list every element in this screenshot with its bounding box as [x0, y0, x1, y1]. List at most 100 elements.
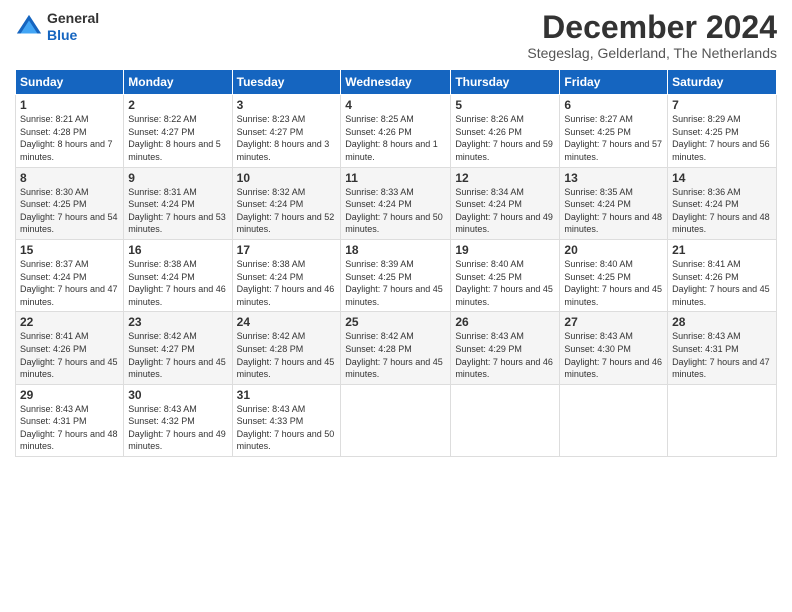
calendar-cell-w1-d2: 3 Sunrise: 8:23 AM Sunset: 4:27 PM Dayli…	[232, 95, 341, 167]
day-detail: Sunrise: 8:40 AM Sunset: 4:25 PM Dayligh…	[564, 258, 663, 308]
logo-general: General	[47, 10, 99, 26]
day-number: 24	[237, 315, 337, 329]
day-number: 25	[345, 315, 446, 329]
calendar-cell-w2-d0: 8 Sunrise: 8:30 AM Sunset: 4:25 PM Dayli…	[16, 167, 124, 239]
day-detail: Sunrise: 8:27 AM Sunset: 4:25 PM Dayligh…	[564, 113, 663, 163]
day-detail: Sunrise: 8:39 AM Sunset: 4:25 PM Dayligh…	[345, 258, 446, 308]
calendar-header-row: Sunday Monday Tuesday Wednesday Thursday…	[16, 70, 777, 95]
day-detail: Sunrise: 8:25 AM Sunset: 4:26 PM Dayligh…	[345, 113, 446, 163]
day-detail: Sunrise: 8:43 AM Sunset: 4:31 PM Dayligh…	[672, 330, 772, 380]
header-thursday: Thursday	[451, 70, 560, 95]
calendar-cell-w3-d0: 15 Sunrise: 8:37 AM Sunset: 4:24 PM Dayl…	[16, 239, 124, 311]
day-detail: Sunrise: 8:33 AM Sunset: 4:24 PM Dayligh…	[345, 186, 446, 236]
day-number: 26	[455, 315, 555, 329]
calendar-week-1: 1 Sunrise: 8:21 AM Sunset: 4:28 PM Dayli…	[16, 95, 777, 167]
day-number: 1	[20, 98, 119, 112]
logo-icon	[15, 13, 43, 41]
day-number: 6	[564, 98, 663, 112]
calendar-cell-w5-d4	[451, 384, 560, 456]
day-detail: Sunrise: 8:32 AM Sunset: 4:24 PM Dayligh…	[237, 186, 337, 236]
day-number: 10	[237, 171, 337, 185]
day-number: 15	[20, 243, 119, 257]
day-number: 22	[20, 315, 119, 329]
day-detail: Sunrise: 8:42 AM Sunset: 4:27 PM Dayligh…	[128, 330, 227, 380]
calendar-cell-w4-d6: 28 Sunrise: 8:43 AM Sunset: 4:31 PM Dayl…	[668, 312, 777, 384]
day-detail: Sunrise: 8:38 AM Sunset: 4:24 PM Dayligh…	[237, 258, 337, 308]
day-detail: Sunrise: 8:41 AM Sunset: 4:26 PM Dayligh…	[20, 330, 119, 380]
day-number: 23	[128, 315, 227, 329]
calendar-cell-w1-d5: 6 Sunrise: 8:27 AM Sunset: 4:25 PM Dayli…	[560, 95, 668, 167]
calendar-cell-w1-d3: 4 Sunrise: 8:25 AM Sunset: 4:26 PM Dayli…	[341, 95, 451, 167]
day-detail: Sunrise: 8:34 AM Sunset: 4:24 PM Dayligh…	[455, 186, 555, 236]
calendar-cell-w1-d6: 7 Sunrise: 8:29 AM Sunset: 4:25 PM Dayli…	[668, 95, 777, 167]
calendar-cell-w2-d2: 10 Sunrise: 8:32 AM Sunset: 4:24 PM Dayl…	[232, 167, 341, 239]
calendar-week-4: 22 Sunrise: 8:41 AM Sunset: 4:26 PM Dayl…	[16, 312, 777, 384]
day-number: 17	[237, 243, 337, 257]
header-friday: Friday	[560, 70, 668, 95]
calendar-cell-w4-d0: 22 Sunrise: 8:41 AM Sunset: 4:26 PM Dayl…	[16, 312, 124, 384]
calendar-week-2: 8 Sunrise: 8:30 AM Sunset: 4:25 PM Dayli…	[16, 167, 777, 239]
day-number: 3	[237, 98, 337, 112]
calendar-cell-w1-d1: 2 Sunrise: 8:22 AM Sunset: 4:27 PM Dayli…	[124, 95, 232, 167]
calendar-cell-w4-d5: 27 Sunrise: 8:43 AM Sunset: 4:30 PM Dayl…	[560, 312, 668, 384]
day-detail: Sunrise: 8:43 AM Sunset: 4:29 PM Dayligh…	[455, 330, 555, 380]
day-detail: Sunrise: 8:21 AM Sunset: 4:28 PM Dayligh…	[20, 113, 119, 163]
day-number: 12	[455, 171, 555, 185]
day-detail: Sunrise: 8:30 AM Sunset: 4:25 PM Dayligh…	[20, 186, 119, 236]
logo: General Blue	[15, 10, 99, 44]
calendar-cell-w1-d0: 1 Sunrise: 8:21 AM Sunset: 4:28 PM Dayli…	[16, 95, 124, 167]
day-detail: Sunrise: 8:23 AM Sunset: 4:27 PM Dayligh…	[237, 113, 337, 163]
day-detail: Sunrise: 8:40 AM Sunset: 4:25 PM Dayligh…	[455, 258, 555, 308]
calendar-cell-w2-d6: 14 Sunrise: 8:36 AM Sunset: 4:24 PM Dayl…	[668, 167, 777, 239]
day-number: 28	[672, 315, 772, 329]
day-detail: Sunrise: 8:37 AM Sunset: 4:24 PM Dayligh…	[20, 258, 119, 308]
calendar-week-3: 15 Sunrise: 8:37 AM Sunset: 4:24 PM Dayl…	[16, 239, 777, 311]
day-number: 7	[672, 98, 772, 112]
calendar-cell-w3-d6: 21 Sunrise: 8:41 AM Sunset: 4:26 PM Dayl…	[668, 239, 777, 311]
day-number: 30	[128, 388, 227, 402]
day-number: 29	[20, 388, 119, 402]
day-detail: Sunrise: 8:41 AM Sunset: 4:26 PM Dayligh…	[672, 258, 772, 308]
title-block: December 2024 Stegeslag, Gelderland, The…	[527, 10, 777, 61]
calendar-cell-w3-d5: 20 Sunrise: 8:40 AM Sunset: 4:25 PM Dayl…	[560, 239, 668, 311]
day-number: 27	[564, 315, 663, 329]
header-monday: Monday	[124, 70, 232, 95]
calendar-cell-w1-d4: 5 Sunrise: 8:26 AM Sunset: 4:26 PM Dayli…	[451, 95, 560, 167]
calendar-cell-w3-d4: 19 Sunrise: 8:40 AM Sunset: 4:25 PM Dayl…	[451, 239, 560, 311]
day-detail: Sunrise: 8:29 AM Sunset: 4:25 PM Dayligh…	[672, 113, 772, 163]
day-number: 5	[455, 98, 555, 112]
day-number: 19	[455, 243, 555, 257]
day-number: 11	[345, 171, 446, 185]
calendar-cell-w2-d5: 13 Sunrise: 8:35 AM Sunset: 4:24 PM Dayl…	[560, 167, 668, 239]
page: General Blue December 2024 Stegeslag, Ge…	[0, 0, 792, 612]
day-number: 4	[345, 98, 446, 112]
calendar-cell-w5-d6	[668, 384, 777, 456]
day-detail: Sunrise: 8:43 AM Sunset: 4:31 PM Dayligh…	[20, 403, 119, 453]
calendar-cell-w5-d1: 30 Sunrise: 8:43 AM Sunset: 4:32 PM Dayl…	[124, 384, 232, 456]
header: General Blue December 2024 Stegeslag, Ge…	[15, 10, 777, 61]
day-detail: Sunrise: 8:38 AM Sunset: 4:24 PM Dayligh…	[128, 258, 227, 308]
calendar-cell-w5-d2: 31 Sunrise: 8:43 AM Sunset: 4:33 PM Dayl…	[232, 384, 341, 456]
logo-text: General Blue	[47, 10, 99, 44]
day-number: 14	[672, 171, 772, 185]
calendar-cell-w5-d0: 29 Sunrise: 8:43 AM Sunset: 4:31 PM Dayl…	[16, 384, 124, 456]
calendar-cell-w3-d1: 16 Sunrise: 8:38 AM Sunset: 4:24 PM Dayl…	[124, 239, 232, 311]
calendar-cell-w5-d3	[341, 384, 451, 456]
calendar-cell-w4-d4: 26 Sunrise: 8:43 AM Sunset: 4:29 PM Dayl…	[451, 312, 560, 384]
header-tuesday: Tuesday	[232, 70, 341, 95]
day-number: 18	[345, 243, 446, 257]
calendar-cell-w2-d4: 12 Sunrise: 8:34 AM Sunset: 4:24 PM Dayl…	[451, 167, 560, 239]
day-detail: Sunrise: 8:42 AM Sunset: 4:28 PM Dayligh…	[237, 330, 337, 380]
day-number: 13	[564, 171, 663, 185]
day-number: 2	[128, 98, 227, 112]
day-number: 20	[564, 243, 663, 257]
day-detail: Sunrise: 8:43 AM Sunset: 4:33 PM Dayligh…	[237, 403, 337, 453]
logo-blue: Blue	[47, 27, 77, 43]
day-detail: Sunrise: 8:31 AM Sunset: 4:24 PM Dayligh…	[128, 186, 227, 236]
header-wednesday: Wednesday	[341, 70, 451, 95]
calendar-cell-w2-d3: 11 Sunrise: 8:33 AM Sunset: 4:24 PM Dayl…	[341, 167, 451, 239]
day-number: 16	[128, 243, 227, 257]
day-detail: Sunrise: 8:43 AM Sunset: 4:30 PM Dayligh…	[564, 330, 663, 380]
header-saturday: Saturday	[668, 70, 777, 95]
day-detail: Sunrise: 8:42 AM Sunset: 4:28 PM Dayligh…	[345, 330, 446, 380]
